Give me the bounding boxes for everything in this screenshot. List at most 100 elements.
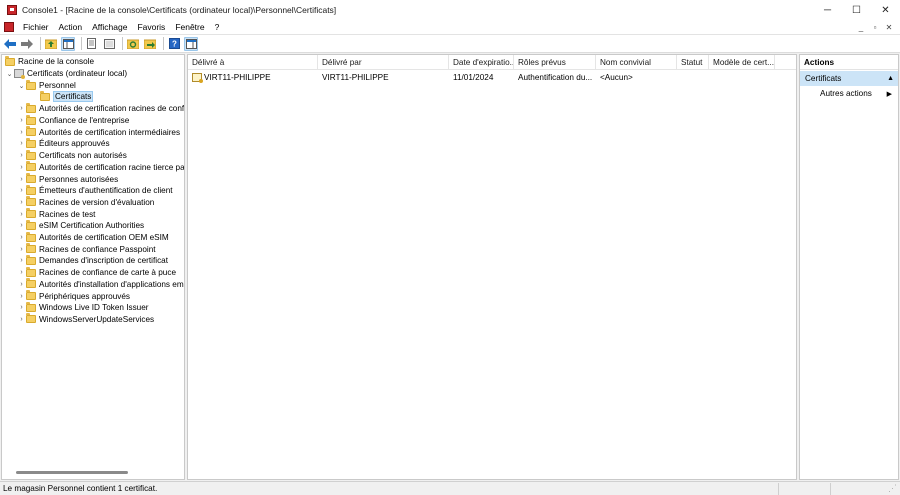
console-tree-pane[interactable]: Racine de la console ⌄ Certificats (ordi… [1,54,185,480]
column-header-status[interactable]: Statut [677,55,709,70]
child-restore-button[interactable]: ▫ [868,23,882,32]
tree-node-store[interactable]: › Demandes d'inscription de certificat [17,254,168,267]
chevron-right-icon[interactable]: › [17,105,26,112]
tree-node-store[interactable]: › Personnes autorisées [17,173,118,185]
tree-node-label: Certificats [53,91,94,103]
menu-fenetre[interactable]: Fenêtre [170,22,209,32]
menu-fichier[interactable]: Fichier [18,22,54,32]
tree-node-store[interactable]: › Confiance de l'entreprise [17,114,129,127]
folder-icon [26,254,36,265]
tree-node-label: Autorités de certification racines de co… [39,104,185,114]
tree-node-store[interactable]: › Windows Live ID Token Issuer [17,301,149,314]
child-minimize-button[interactable]: _ [854,23,868,32]
chevron-right-icon[interactable]: › [17,246,26,253]
tree-node-certificats-selected[interactable]: Certificats [40,90,94,103]
table-row[interactable]: VIRT11-PHILIPPE VIRT11-PHILIPPE 11/01/20… [188,71,796,83]
chevron-right-icon[interactable]: › [17,152,26,159]
submenu-arrow-icon: ▶ [886,90,892,98]
chevron-right-icon[interactable]: › [17,211,26,218]
menu-favoris[interactable]: Favoris [132,22,170,32]
properties-icon[interactable] [102,37,116,51]
tree-node-store[interactable]: › Autorités de certification OEM eSIM [17,231,169,244]
tree-node-store[interactable]: › WindowsServerUpdateServices [17,313,154,326]
chevron-right-icon[interactable]: › [17,234,26,241]
chevron-down-icon[interactable]: ⌄ [17,82,26,90]
actions-section-certificats[interactable]: Certificats ▲ [800,71,898,86]
tree-node-store[interactable]: › Racines de test [17,208,95,220]
chevron-down-icon[interactable]: ⌄ [5,70,14,78]
tree-node-store[interactable]: › Autorités de certification racines de c… [17,102,185,115]
tree-node-root[interactable]: Racine de la console [5,55,94,68]
tree-node-personnel[interactable]: ⌄ Personnel [17,79,76,92]
menu-bar: Fichier Action Affichage Favoris Fenêtre… [0,20,900,35]
tree-node-store[interactable]: › Racines de confiance Passpoint [17,243,156,255]
chevron-right-icon[interactable]: › [17,257,26,264]
tree-node-store[interactable]: › Autorités de certification intermédiair… [17,126,180,138]
help-icon[interactable]: ? [167,37,181,51]
chevron-right-icon[interactable]: › [17,304,26,311]
chevron-right-icon[interactable]: › [17,129,26,136]
tree-node-store[interactable]: › Certificats non autorisés [17,149,127,162]
tree-node-store[interactable]: › Éditeurs approuvés [17,137,110,150]
chevron-right-icon[interactable]: › [17,293,26,300]
tree-node-computer-certificates[interactable]: ⌄ Certificats (ordinateur local) [5,68,127,80]
tree-node-label: eSIM Certification Authorities [39,221,145,231]
chevron-right-icon[interactable]: › [17,140,26,147]
chevron-right-icon[interactable]: › [17,164,26,171]
child-close-button[interactable]: ✕ [882,23,896,32]
folder-icon [26,278,36,289]
menu-action[interactable]: Action [54,22,88,32]
chevron-right-icon[interactable]: › [17,269,26,276]
chevron-right-icon[interactable]: › [17,316,26,323]
console-menu-icon[interactable] [4,22,14,32]
maximize-button[interactable]: ☐ [842,0,871,20]
chevron-right-icon[interactable]: › [17,281,26,288]
forward-icon[interactable] [20,37,34,51]
column-header-template[interactable]: Modèle de cert... [709,55,775,70]
menu-affichage[interactable]: Affichage [87,22,132,32]
cell-template [709,71,775,83]
minimize-button[interactable]: ─ [813,0,842,20]
collapse-up-icon[interactable]: ▲ [887,75,894,82]
export-icon[interactable] [143,37,157,51]
actions-section-label: Certificats [805,74,842,83]
copy-icon[interactable] [85,37,99,51]
chevron-right-icon[interactable]: › [17,117,26,124]
cell-status [677,71,709,83]
certificate-icon [192,72,203,83]
horizontal-scrollbar[interactable] [16,471,128,474]
back-icon[interactable] [3,37,17,51]
folder-icon [26,196,36,207]
refresh-icon[interactable] [126,37,140,51]
status-divider [778,483,779,495]
folder-icon [26,219,36,230]
tree-node-store[interactable]: › Périphériques approuvés [17,290,130,302]
actions-pane: Actions Certificats ▲ Autres actions ▶ [799,54,899,480]
menu-help[interactable]: ? [210,22,225,32]
actions-title: Actions [800,55,898,70]
results-list-pane[interactable]: ^ Délivré à Délivré par Date d'expiratio… [187,54,797,480]
chevron-right-icon[interactable]: › [17,187,26,194]
tree-node-store[interactable]: › Émetteurs d'authentification de client [17,184,173,197]
tree-node-store[interactable]: › Racines de version d'évaluation [17,196,154,209]
tree-node-store[interactable]: › Autorités d'installation d'applications… [17,278,184,291]
chevron-right-icon[interactable]: › [17,176,26,183]
column-header-issued-by[interactable]: Délivré par [318,55,449,70]
column-header-friendly-name[interactable]: Nom convivial [596,55,677,70]
column-header-expiration[interactable]: Date d'expiratio... [449,55,514,70]
certificate-store-icon [14,69,25,80]
tree-node-store[interactable]: › eSIM Certification Authorities [17,219,145,232]
chevron-right-icon[interactable]: › [17,199,26,206]
column-header-issued-to[interactable]: Délivré à [188,55,318,70]
up-folder-icon[interactable] [44,37,58,51]
column-header-roles[interactable]: Rôles prévus [514,55,596,70]
tree-node-store[interactable]: › Autorités de certification racine tierc… [17,161,184,174]
resize-grip-icon[interactable]: ⋰ [888,483,897,494]
folder-icon [26,173,36,184]
close-button[interactable]: ✕ [871,0,900,20]
show-hide-tree-icon[interactable] [61,36,75,51]
tree-node-store[interactable]: › Racines de confiance de carte à puce [17,266,176,279]
action-autres-actions[interactable]: Autres actions ▶ [800,86,898,101]
chevron-right-icon[interactable]: › [17,222,26,229]
show-hide-action-pane-icon[interactable] [184,36,198,51]
